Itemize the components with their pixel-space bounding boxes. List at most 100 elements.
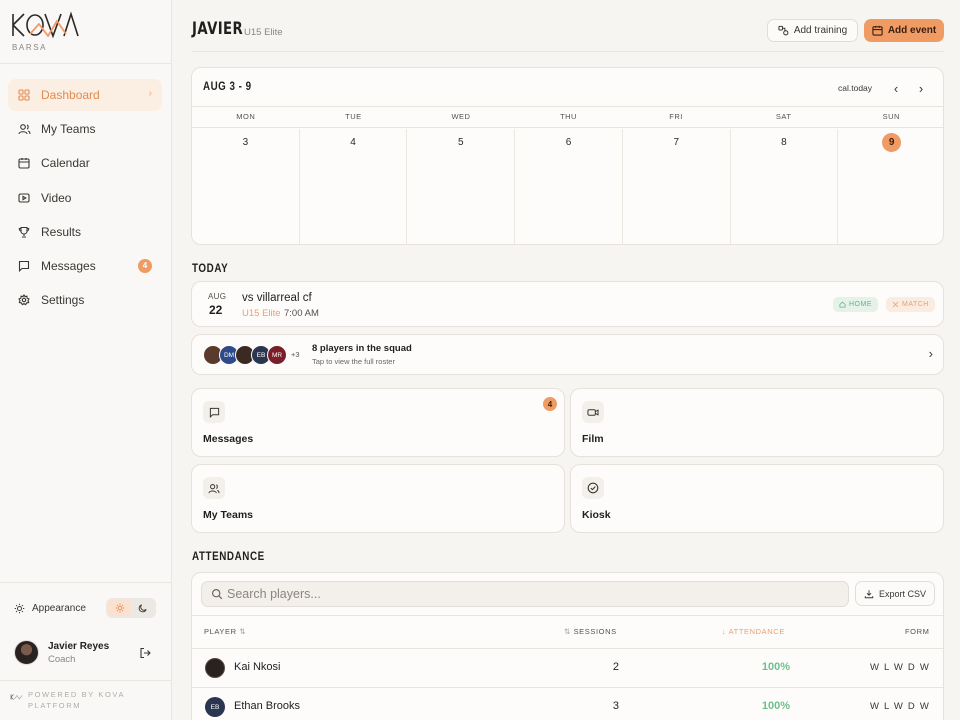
today-day-number: 9 xyxy=(882,133,902,152)
video-icon xyxy=(17,191,31,205)
sidebar-item-settings[interactable]: Settings xyxy=(8,284,162,316)
match-badge: MATCH xyxy=(886,297,935,312)
add-event-label: Add event xyxy=(887,25,937,36)
day-number: 7 xyxy=(673,137,680,148)
sidebar-item-label: Video xyxy=(41,190,72,205)
chevron-left-icon[interactable]: ‹ xyxy=(889,81,903,96)
event-time: 7:00 AM xyxy=(284,308,319,319)
kiosk-tile[interactable]: Kiosk xyxy=(570,464,944,533)
match-badge-label: MATCH xyxy=(902,301,929,308)
messages-tile[interactable]: Messages 4 xyxy=(191,388,565,457)
event-team: U15 Elite xyxy=(242,308,281,319)
sidebar-item-video[interactable]: Video xyxy=(8,182,162,214)
player-search[interactable] xyxy=(201,581,849,607)
column-header-label: ATTENDANCE xyxy=(728,627,785,636)
calendar-day-cell[interactable]: 5 xyxy=(407,129,516,244)
calendar-day-cell[interactable]: 3 xyxy=(192,129,300,244)
player-name: Kai Nkosi xyxy=(234,661,281,673)
export-csv-button[interactable]: Export CSV xyxy=(855,581,935,606)
my-teams-tile[interactable]: My Teams xyxy=(191,464,565,533)
event-title: vs villarreal cf xyxy=(242,292,312,304)
add-event-button[interactable]: Add event xyxy=(864,19,944,42)
player-attendance: 100% xyxy=(761,661,790,673)
avatar xyxy=(205,658,225,678)
column-header-label: PLAYER xyxy=(204,627,237,636)
day-name: MON xyxy=(236,112,256,121)
calendar-day-cell[interactable]: 8 xyxy=(731,129,839,244)
message-icon xyxy=(17,259,31,273)
sidebar-item-label: Results xyxy=(41,224,82,239)
user-profile[interactable]: Javier Reyes Coach xyxy=(14,640,164,666)
light-mode-option[interactable] xyxy=(108,600,131,616)
main-content: JAVIER U15 Elite Add training Add event … xyxy=(172,0,960,720)
attendance-table: Export CSV PLAYER ⇅ ⇅ SESSIONS ↓ ATTENDA… xyxy=(191,572,944,720)
home-badge: HOME xyxy=(833,297,878,312)
tile-label: Messages xyxy=(203,433,254,445)
sidebar-item-dashboard[interactable]: Dashboard › xyxy=(8,79,162,111)
calendar-icon xyxy=(17,156,31,170)
day-name: SUN xyxy=(882,112,900,121)
club-name: BARSA xyxy=(12,43,48,52)
tile-label: Kiosk xyxy=(582,509,611,521)
dark-mode-option[interactable] xyxy=(131,600,154,616)
event-day: 22 xyxy=(209,303,223,317)
sidebar-item-my-teams[interactable]: My Teams xyxy=(8,113,162,145)
column-header-player[interactable]: PLAYER ⇅ xyxy=(204,627,246,636)
powered-by-text: POWERED BY KOVA PLATFORM xyxy=(28,690,125,710)
trophy-icon xyxy=(17,225,31,239)
sun-icon xyxy=(14,603,25,614)
theme-toggle[interactable] xyxy=(106,598,156,618)
user-name: Javier Reyes xyxy=(48,641,110,652)
squad-card[interactable]: DM EB MR +3 8 players in the squad Tap t… xyxy=(191,334,944,375)
kova-logo[interactable] xyxy=(10,10,82,47)
film-tile[interactable]: Film xyxy=(570,388,944,457)
kova-mark-icon xyxy=(10,689,23,707)
day-number: 5 xyxy=(458,137,464,148)
player-form: W L W D W xyxy=(869,701,930,712)
powered-by: POWERED BY KOVA PLATFORM xyxy=(10,689,128,711)
training-icon xyxy=(778,25,789,36)
column-header-sessions[interactable]: ⇅ SESSIONS xyxy=(564,627,617,636)
day-number: 4 xyxy=(350,137,356,148)
calendar-day-names: MON TUE WED THU FRI SAT SUN xyxy=(192,107,943,128)
gear-icon xyxy=(17,293,31,307)
sidebar: BARSA Dashboard › My Teams Calendar Vide… xyxy=(0,0,172,720)
calendar-icon xyxy=(872,25,883,36)
table-row[interactable]: EB Ethan Brooks 3 100% W L W D W xyxy=(192,688,943,720)
add-training-button[interactable]: Add training xyxy=(767,19,858,42)
column-header-label: SESSIONS xyxy=(573,627,617,636)
calendar-today-button[interactable]: cal.today xyxy=(838,83,872,93)
search-input[interactable] xyxy=(227,586,837,602)
column-header-attendance[interactable]: ↓ ATTENDANCE xyxy=(722,627,785,636)
sidebar-item-messages[interactable]: Messages 4 xyxy=(8,250,162,282)
player-name: Ethan Brooks xyxy=(234,700,301,712)
sidebar-item-label: My Teams xyxy=(41,122,96,137)
sidebar-divider xyxy=(0,63,172,64)
calendar-day-cell[interactable]: 6 xyxy=(515,129,623,244)
chevron-right-icon[interactable]: › xyxy=(914,81,928,96)
user-role: Coach xyxy=(48,654,76,665)
chevron-right-icon: › xyxy=(148,88,152,99)
avatar xyxy=(14,640,39,665)
video-camera-icon xyxy=(582,401,604,423)
calendar-day-cell[interactable]: 4 xyxy=(300,129,408,244)
users-icon xyxy=(17,122,31,136)
calendar-day-cell-today[interactable]: 9 xyxy=(838,129,943,244)
more-players-count: +3 xyxy=(291,350,300,359)
today-event-card[interactable]: AUG 22 vs villarreal cf U15 Elite 7:00 A… xyxy=(191,281,944,327)
calendar-day-cell[interactable]: 7 xyxy=(623,129,731,244)
sidebar-item-calendar[interactable]: Calendar xyxy=(8,147,162,179)
sidebar-item-results[interactable]: Results xyxy=(8,216,162,248)
sidebar-nav: Dashboard › My Teams Calendar Video Resu… xyxy=(8,79,162,318)
day-name: WED xyxy=(451,112,471,121)
day-number: 8 xyxy=(781,137,787,148)
table-divider xyxy=(192,615,943,616)
logout-icon[interactable] xyxy=(139,646,151,664)
sidebar-divider xyxy=(0,680,172,681)
unread-badge: 4 xyxy=(138,258,152,273)
squad-subtitle: Tap to view the full roster xyxy=(312,357,395,366)
sort-icon: ⇅ xyxy=(239,627,247,636)
table-row[interactable]: Kai Nkosi 2 100% W L W D W xyxy=(192,649,943,687)
calendar-grid: 3 4 5 6 7 8 9 xyxy=(192,129,943,244)
sidebar-item-label: Messages xyxy=(41,258,96,273)
